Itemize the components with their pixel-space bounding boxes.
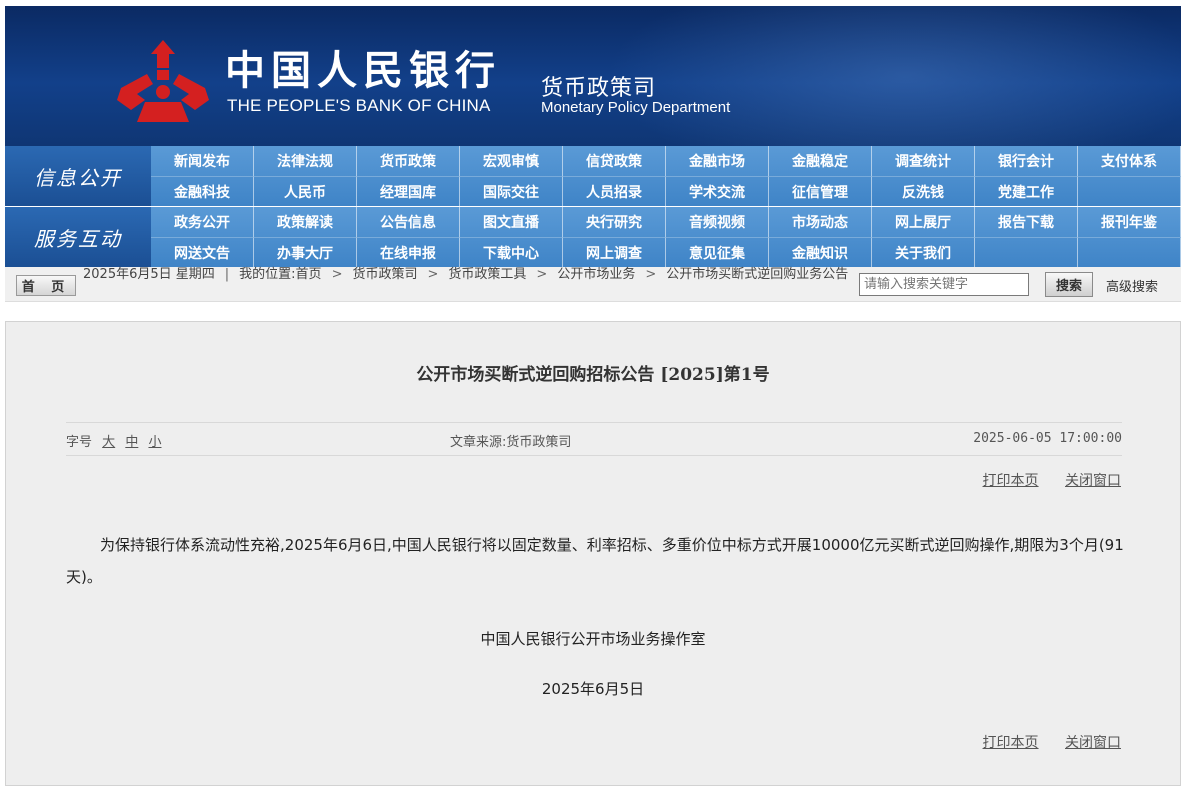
font-size-label: 字号	[66, 435, 93, 450]
nav-section-label: 服务互动	[5, 207, 151, 267]
nav-item[interactable]: 音频视频	[666, 207, 769, 237]
nav-item[interactable]: 办事大厅	[254, 237, 357, 267]
breadcrumb-bar: 首 页 2025年6月5日 星期四 | 我的位置:首页 > 货币政策司 > 货币政策工具 > 公…	[5, 267, 1181, 302]
site-header: 中国人民银行 THE PEOPLE'S BANK OF CHINA 货币政策司 …	[5, 6, 1181, 146]
nav-item[interactable]: 关于我们	[872, 237, 975, 267]
location-label: 我的位置:	[239, 267, 296, 282]
article-body: 为保持银行体系流动性充裕,2025年6月6日,中国人民银行将以固定数量、利率招标…	[66, 536, 1124, 586]
font-large-button[interactable]: 大	[102, 435, 115, 450]
nav-item	[1078, 237, 1181, 267]
nav-item	[975, 237, 1078, 267]
nav-item	[1078, 176, 1181, 206]
nav-item[interactable]: 经理国库	[357, 176, 460, 206]
nav-item[interactable]: 网送文告	[151, 237, 254, 267]
article-signoff: 中国人民银行公开市场业务操作室	[480, 630, 706, 648]
header-glow	[605, 6, 1181, 146]
breadcrumb: 2025年6月5日 星期四 | 我的位置:首页 > 货币政策司 > 货币政策工具 > 公开市场业…	[83, 267, 853, 283]
font-small-button[interactable]: 小	[148, 435, 161, 450]
nav-item[interactable]: 人员招录	[563, 176, 666, 206]
nav-item[interactable]: 下载中心	[460, 237, 563, 267]
nav-item[interactable]: 新闻发布	[151, 146, 254, 176]
nav-item[interactable]: 征信管理	[769, 176, 872, 206]
nav-item[interactable]: 网上调查	[563, 237, 666, 267]
nav-item[interactable]: 报告下载	[975, 207, 1078, 237]
article-actions-top: 打印本页 关闭窗口	[961, 470, 1121, 490]
nav-item[interactable]: 在线申报	[357, 237, 460, 267]
article-panel: 公开市场买断式逆回购招标公告 [2025]第1号 字号 大 中 小 文章来源:货…	[5, 321, 1181, 786]
nav-menu-grid: 新闻发布 法律法规 货币政策 宏观审慎 信贷政策 金融市场 金融稳定 调查统计 银行会计 支付体系…	[151, 146, 1181, 206]
pboc-logo-icon[interactable]	[117, 40, 209, 122]
nav-section-label: 信息公开	[5, 146, 151, 206]
nav-item[interactable]: 反洗钱	[872, 176, 975, 206]
nav-item[interactable]: 党建工作	[975, 176, 1078, 206]
nav-item[interactable]: 宏观审慎	[460, 146, 563, 176]
breadcrumb-open-market[interactable]: 公开市场业务	[557, 267, 635, 282]
print-page-link[interactable]: 打印本页	[983, 735, 1039, 751]
chevron-right-icon: >	[536, 267, 548, 282]
nav-menu-grid: 政务公开 政策解读 公告信息 图文直播 央行研究 音频视频 市场动态 网上展厅 报告下载 报刊年鉴…	[151, 207, 1181, 267]
publish-time: 2025-06-05 17:00:00	[973, 431, 1122, 446]
nav-item[interactable]: 金融知识	[769, 237, 872, 267]
nav-item[interactable]: 意见征集	[666, 237, 769, 267]
nav-item[interactable]: 学术交流	[666, 176, 769, 206]
nav-item[interactable]: 货币政策	[357, 146, 460, 176]
nav-item[interactable]: 市场动态	[769, 207, 872, 237]
advanced-search-link[interactable]: 高级搜索	[1106, 276, 1158, 295]
breadcrumb-tools[interactable]: 货币政策工具	[448, 267, 526, 282]
nav-item[interactable]: 央行研究	[563, 207, 666, 237]
nav-item[interactable]: 报刊年鉴	[1078, 207, 1181, 237]
nav-item[interactable]: 调查统计	[872, 146, 975, 176]
bank-name-cn: 中国人民银行	[225, 47, 501, 94]
article-actions-bottom: 打印本页 关闭窗口	[961, 732, 1121, 752]
home-button[interactable]: 首 页	[16, 275, 76, 296]
chevron-right-icon: >	[427, 267, 439, 282]
close-window-link[interactable]: 关闭窗口	[1065, 735, 1121, 751]
nav-service-interaction: 服务互动 政务公开 政策解读 公告信息 图文直播 央行研究 音频视频 市场动态 网上展厅 报告下…	[5, 207, 1181, 267]
breadcrumb-dept[interactable]: 货币政策司	[352, 267, 417, 282]
article-title: 公开市场买断式逆回购招标公告 [2025]第1号	[416, 365, 770, 385]
divider: |	[224, 267, 230, 282]
nav-item[interactable]: 政策解读	[254, 207, 357, 237]
nav-item[interactable]: 公告信息	[357, 207, 460, 237]
close-window-link[interactable]: 关闭窗口	[1065, 473, 1121, 489]
department-name-cn: 货币政策司	[541, 76, 657, 101]
nav-item[interactable]: 金融科技	[151, 176, 254, 206]
print-page-link[interactable]: 打印本页	[983, 473, 1039, 489]
font-medium-button[interactable]: 中	[125, 435, 138, 450]
article-source: 文章来源:货币政策司	[450, 435, 572, 450]
department-name-en: Monetary Policy Department	[541, 99, 731, 116]
nav-item[interactable]: 图文直播	[460, 207, 563, 237]
nav-item[interactable]: 金融稳定	[769, 146, 872, 176]
nav-item[interactable]: 支付体系	[1078, 146, 1181, 176]
article-meta: 字号 大 中 小 文章来源:货币政策司 2025-06-05 17:00:00	[66, 422, 1122, 456]
nav-item[interactable]: 银行会计	[975, 146, 1078, 176]
nav-item[interactable]: 网上展厅	[872, 207, 975, 237]
chevron-right-icon: >	[645, 267, 657, 282]
nav-item[interactable]: 人民币	[254, 176, 357, 206]
breadcrumb-home[interactable]: 首页	[296, 267, 322, 282]
current-date: 2025年6月5日 星期四	[83, 267, 215, 282]
nav-item[interactable]: 金融市场	[666, 146, 769, 176]
breadcrumb-current[interactable]: 公开市场买断式逆回购业务公告	[666, 267, 848, 282]
nav-item[interactable]: 国际交往	[460, 176, 563, 206]
search-input[interactable]	[859, 273, 1029, 296]
nav-info-disclosure: 信息公开 新闻发布 法律法规 货币政策 宏观审慎 信贷政策 金融市场 金融稳定 调查统计 银行会…	[5, 146, 1181, 206]
nav-item[interactable]: 法律法规	[254, 146, 357, 176]
search-button[interactable]: 搜索	[1045, 272, 1093, 297]
bank-name-en: THE PEOPLE'S BANK OF CHINA	[227, 96, 491, 115]
font-size-control: 字号 大 中 小	[66, 431, 161, 450]
article-sign-date: 2025年6月5日	[541, 680, 645, 698]
nav-item[interactable]: 信贷政策	[563, 146, 666, 176]
nav-item[interactable]: 政务公开	[151, 207, 254, 237]
chevron-right-icon: >	[331, 267, 343, 282]
